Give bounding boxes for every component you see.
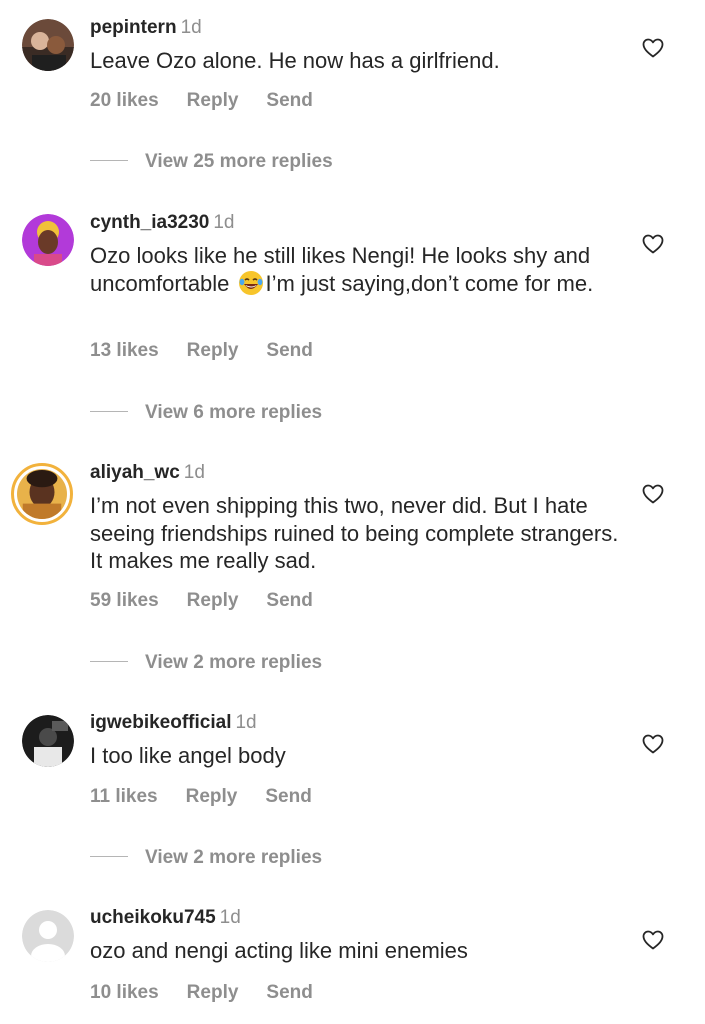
likes-count[interactable]: 10 likes — [90, 981, 159, 1005]
likes-count[interactable]: 59 likes — [90, 589, 159, 613]
heart-outline-icon[interactable] — [641, 928, 665, 952]
comment-header: aliyah_wc 1d — [90, 461, 205, 485]
comment-text: ozo and nengi acting like mini enemies — [90, 938, 468, 963]
timestamp: 1d — [219, 907, 241, 928]
view-more-label: View 2 more replies — [145, 847, 323, 868]
likes-count[interactable]: 13 likes — [90, 339, 159, 363]
view-more-label: View 6 more replies — [145, 402, 323, 423]
avatar[interactable] — [22, 19, 74, 71]
avatar[interactable] — [22, 214, 74, 266]
avatar[interactable] — [22, 715, 74, 767]
avatar[interactable] — [11, 463, 73, 525]
reply-button[interactable]: Reply — [186, 785, 238, 809]
comment-actions: 59 likes Reply Send — [90, 589, 313, 613]
view-more-label: View 2 more replies — [145, 652, 323, 673]
send-button[interactable]: Send — [266, 589, 312, 613]
username[interactable]: aliyah_wc — [90, 462, 180, 483]
username[interactable]: cynth_ia3230 — [90, 212, 209, 233]
divider-line — [90, 160, 128, 162]
comment-actions: 11 likes Reply Send — [90, 785, 312, 809]
likes-count[interactable]: 20 likes — [90, 89, 159, 113]
timestamp: 1d — [183, 462, 205, 483]
reply-button[interactable]: Reply — [187, 89, 239, 113]
reply-button[interactable]: Reply — [187, 981, 239, 1005]
divider-line — [90, 411, 128, 413]
comment-header: pepintern 1d — [90, 16, 202, 40]
heart-outline-icon[interactable] — [641, 732, 665, 756]
comment-actions: 13 likes Reply Send — [90, 339, 313, 363]
likes-count[interactable]: 11 likes — [90, 785, 158, 809]
comment-text: I too like angel body — [90, 743, 286, 768]
send-button[interactable]: Send — [266, 339, 312, 363]
comment-actions: 20 likes Reply Send — [90, 89, 313, 113]
username[interactable]: pepintern — [90, 17, 177, 38]
send-button[interactable]: Send — [265, 785, 311, 809]
reply-button[interactable]: Reply — [187, 339, 239, 363]
view-more-replies[interactable]: View 2 more replies — [90, 846, 322, 870]
heart-outline-icon[interactable] — [641, 482, 665, 506]
comment-text-part: I’m just saying,don’t come for me. — [265, 270, 594, 296]
username[interactable]: igwebikeofficial — [90, 712, 231, 733]
comment-text: Leave Ozo alone. He now has a girlfriend… — [90, 48, 500, 73]
reply-button[interactable]: Reply — [187, 589, 239, 613]
view-more-replies[interactable]: View 2 more replies — [90, 651, 322, 675]
username[interactable]: ucheikoku745 — [90, 907, 216, 928]
comment-header: cynth_ia3230 1d — [90, 211, 235, 235]
view-more-replies[interactable]: View 6 more replies — [90, 401, 322, 425]
default-avatar-icon[interactable] — [22, 910, 74, 962]
heart-outline-icon[interactable] — [641, 36, 665, 60]
view-more-replies[interactable]: View 25 more replies — [90, 150, 333, 174]
comment-actions: 10 likes Reply Send — [90, 981, 313, 1005]
view-more-label: View 25 more replies — [145, 151, 333, 172]
send-button[interactable]: Send — [266, 89, 312, 113]
face-with-tears-of-joy-icon — [238, 270, 264, 296]
divider-line — [90, 856, 128, 858]
comment-header: ucheikoku745 1d — [90, 906, 241, 930]
timestamp: 1d — [213, 212, 235, 233]
heart-outline-icon[interactable] — [641, 232, 665, 256]
timestamp: 1d — [180, 17, 202, 38]
send-button[interactable]: Send — [266, 981, 312, 1005]
comment-text: I’m not even shipping this two, never di… — [90, 493, 619, 573]
timestamp: 1d — [235, 712, 257, 733]
comment-header: igwebikeofficial 1d — [90, 711, 257, 735]
comment-text: Ozo looks like he still likes Nengi! He … — [90, 242, 620, 297]
divider-line — [90, 661, 128, 663]
